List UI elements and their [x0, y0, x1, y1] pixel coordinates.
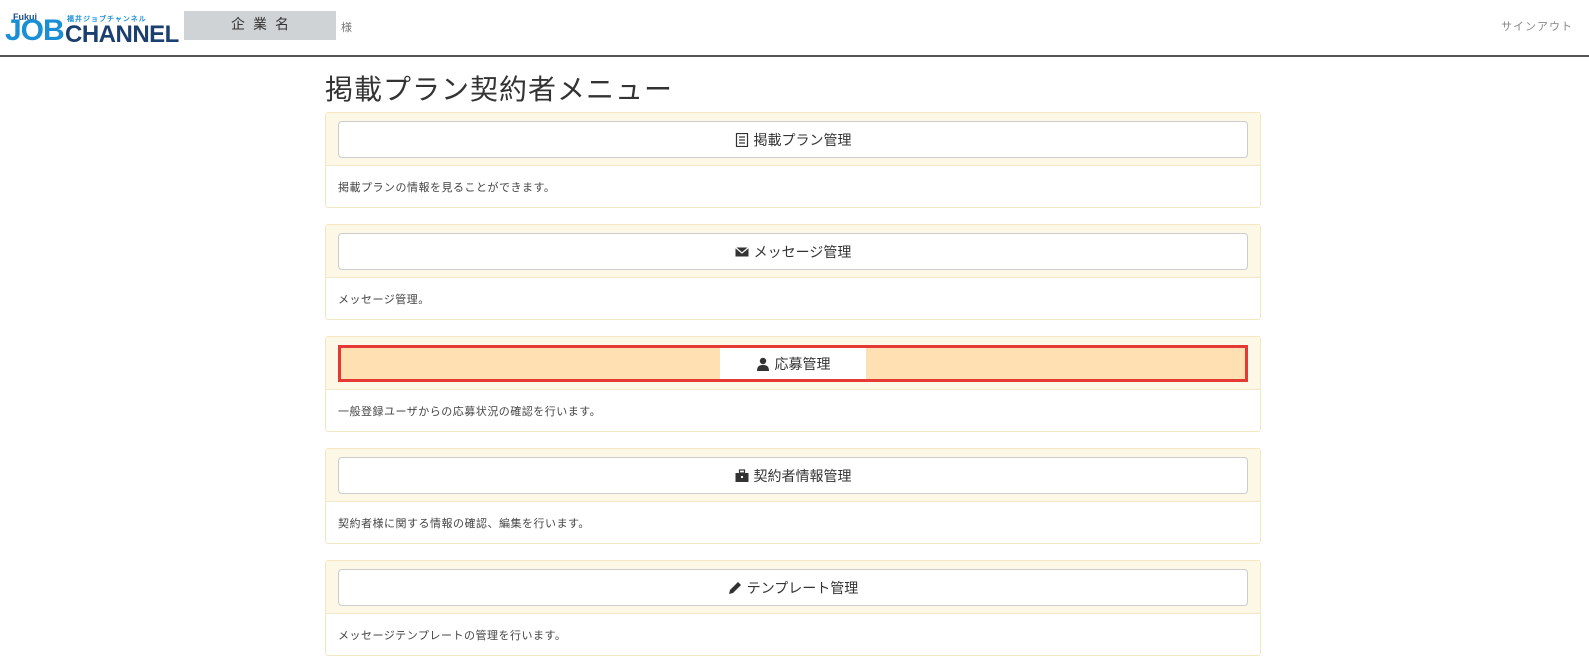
button-label: 契約者情報管理 [753, 468, 852, 485]
honorific: 様 [341, 21, 352, 34]
button-label: 掲載プラン管理 [753, 132, 852, 149]
panel-header: 応募管理 [326, 337, 1260, 390]
signout-link[interactable]: サインアウト [1501, 18, 1573, 34]
company-name: 企業名 [184, 11, 336, 40]
panel-message: メッセージ管理 メッセージ管理。 [325, 224, 1261, 320]
application-management-button[interactable]: 応募管理 [338, 345, 1248, 382]
envelope-icon [734, 245, 749, 259]
panel-contractor: 契約者情報管理 契約者様に関する情報の確認、編集を行います。 [325, 448, 1261, 544]
panel-description: 契約者様に関する情報の確認、編集を行います。 [338, 517, 590, 530]
list-icon [735, 132, 749, 147]
panel-description: メッセージテンプレートの管理を行います。 [338, 629, 567, 642]
panel-header: テンプレート管理 [326, 561, 1260, 614]
contractor-info-button[interactable]: 契約者情報管理 [338, 457, 1248, 494]
logo-job-text: JOB [5, 14, 65, 47]
button-label: メッセージ管理 [753, 244, 852, 261]
message-management-button[interactable]: メッセージ管理 [338, 233, 1248, 270]
panel-description: メッセージ管理。 [338, 293, 430, 306]
pencil-icon [728, 581, 742, 595]
job-channel-logo[interactable]: Fukui JOB 福井ジョブチャンネル CHANNEL [5, 4, 181, 48]
menu-panels: 掲載プラン管理 掲載プランの情報を見ることができます。 メッセージ管理 メッセー… [325, 112, 1261, 666]
logo-channel-text: CHANNEL [65, 21, 179, 48]
button-inner: 応募管理 [720, 348, 866, 379]
panel-plan: 掲載プラン管理 掲載プランの情報を見ることができます。 [325, 112, 1261, 208]
panel-header: 契約者情報管理 [326, 449, 1260, 502]
panel-description: 掲載プランの情報を見ることができます。 [338, 181, 556, 194]
panel-template: テンプレート管理 メッセージテンプレートの管理を行います。 [325, 560, 1261, 656]
header: Fukui JOB 福井ジョブチャンネル CHANNEL 企業名 様 サインアウ… [0, 0, 1589, 57]
page-title: 掲載プラン契約者メニュー [325, 73, 674, 106]
panel-description: 一般登録ユーザからの応募状況の確認を行います。 [338, 405, 602, 418]
template-management-button[interactable]: テンプレート管理 [338, 569, 1248, 606]
panel-header: メッセージ管理 [326, 225, 1260, 278]
panel-application: 応募管理 一般登録ユーザからの応募状況の確認を行います。 [325, 336, 1261, 432]
button-label: 応募管理 [774, 356, 831, 373]
user-icon [756, 357, 770, 371]
briefcase-icon [735, 468, 749, 483]
panel-header: 掲載プラン管理 [326, 113, 1260, 166]
plan-management-button[interactable]: 掲載プラン管理 [338, 121, 1248, 158]
button-label: テンプレート管理 [746, 580, 859, 597]
